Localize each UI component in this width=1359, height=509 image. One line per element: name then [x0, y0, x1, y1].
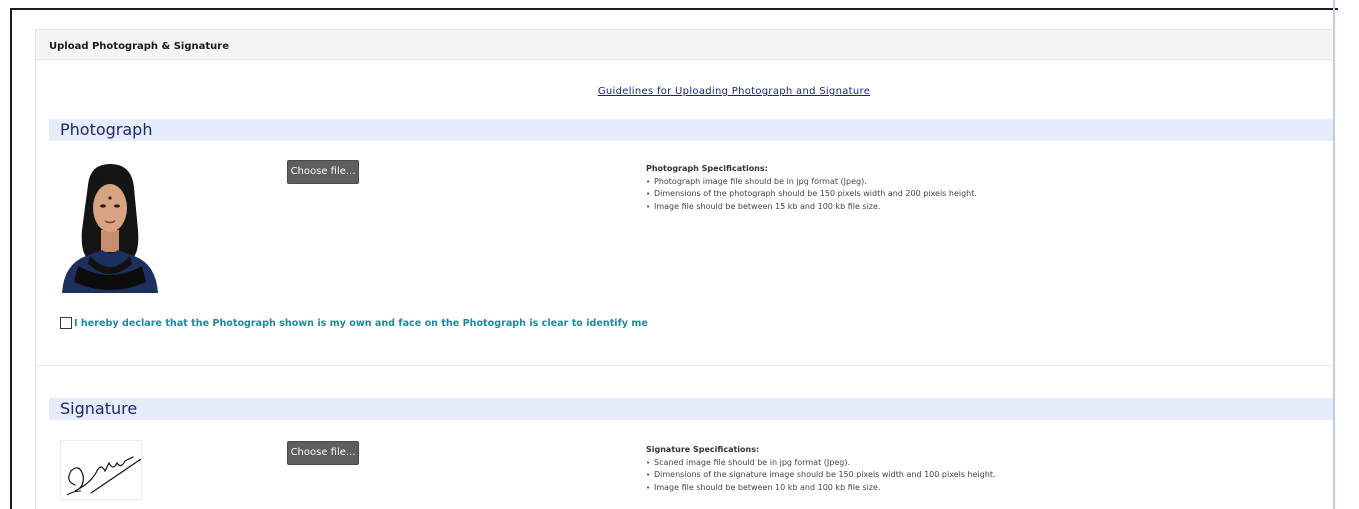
- panel-title: Upload Photograph & Signature: [36, 30, 1332, 60]
- photograph-section-title: Photograph: [49, 119, 1333, 141]
- photograph-choose-file-button[interactable]: Choose file...: [287, 160, 359, 184]
- person-photo-icon: [60, 160, 160, 293]
- photograph-spec-item: Image file should be between 15 kb and 1…: [646, 201, 977, 214]
- guidelines-link[interactable]: Guidelines for Uploading Photograph and …: [36, 86, 1332, 97]
- signature-scribble-icon: [66, 456, 141, 496]
- photograph-spec-title: Photograph Specifications:: [646, 164, 768, 173]
- signature-spec-item: Dimensions of the signature image should…: [646, 469, 996, 482]
- photograph-preview: [60, 160, 160, 293]
- declaration-label[interactable]: I hereby declare that the Photograph sho…: [74, 318, 648, 329]
- photograph-spec-item: Photograph image file should be in jpg f…: [646, 176, 977, 189]
- signature-spec-item: Scaned image file should be in jpg forma…: [646, 457, 996, 470]
- photograph-spec-item: Dimensions of the photograph should be 1…: [646, 188, 977, 201]
- signature-preview: [60, 440, 142, 500]
- signature-spec-item: Image file should be between 10 kb and 1…: [646, 482, 996, 495]
- signature-specifications: Signature Specifications: Scaned image f…: [646, 444, 996, 494]
- signature-choose-file-button[interactable]: Choose file...: [287, 441, 359, 465]
- section-divider: [36, 365, 1332, 366]
- declaration-checkbox[interactable]: [60, 317, 72, 329]
- page-edge-line: [1333, 0, 1335, 509]
- signature-section-title: Signature: [49, 398, 1333, 420]
- upload-panel: Upload Photograph & Signature Guidelines…: [35, 29, 1333, 509]
- photograph-specifications: Photograph Specifications: Photograph im…: [646, 163, 977, 213]
- signature-spec-title: Signature Specifications:: [646, 445, 760, 454]
- photograph-declaration: I hereby declare that the Photograph sho…: [60, 317, 648, 329]
